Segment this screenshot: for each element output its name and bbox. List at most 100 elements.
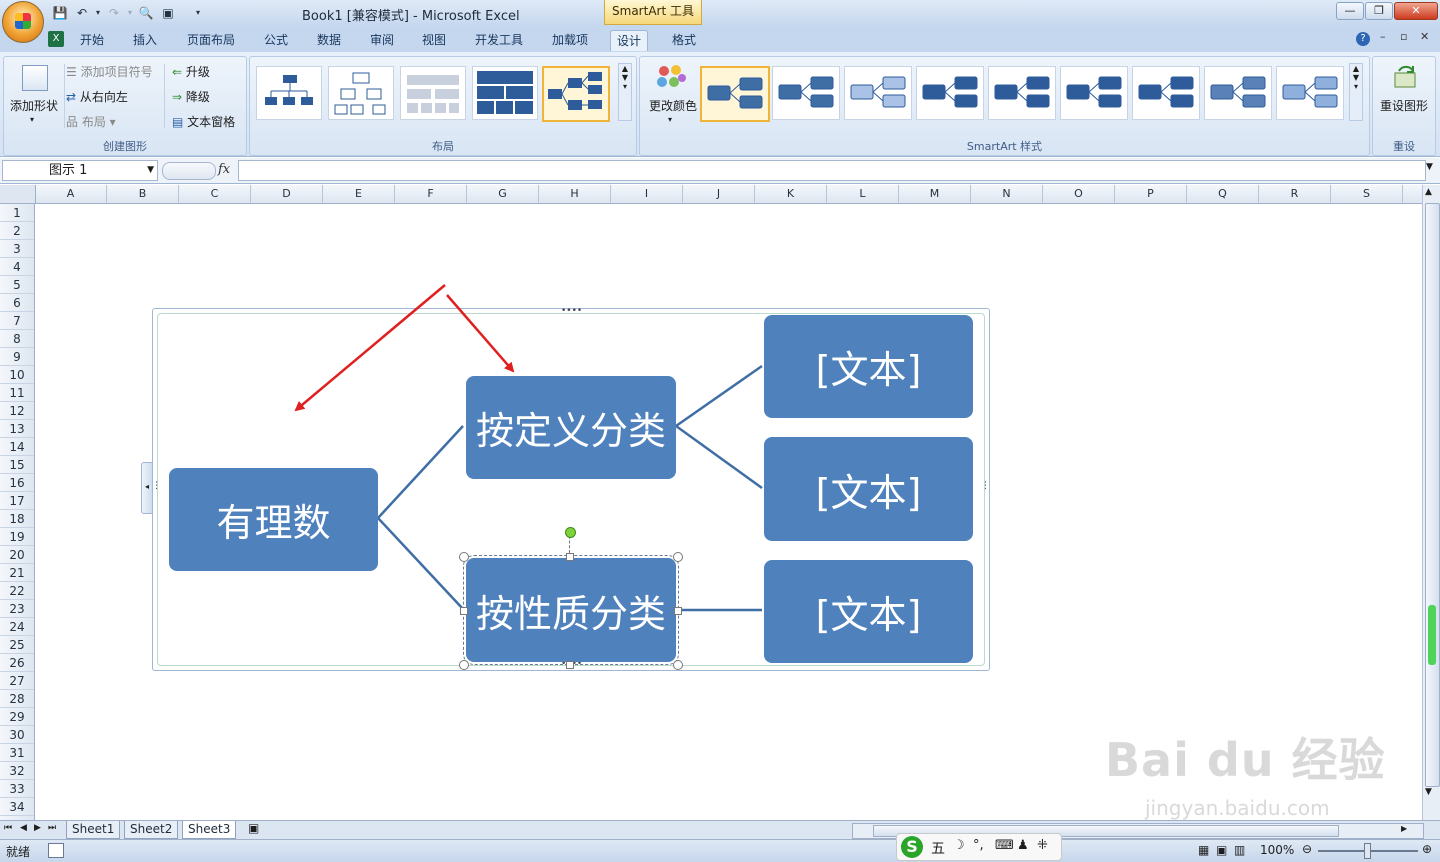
column-header[interactable]: L [827, 185, 899, 203]
select-all-corner[interactable] [0, 185, 36, 203]
keyboard-icon[interactable]: ⌨ [995, 838, 1014, 853]
row-header[interactable]: 5 [0, 276, 34, 294]
column-header[interactable]: A [35, 185, 107, 203]
scroll-down-arrow-icon[interactable]: ▼ [1425, 787, 1432, 797]
ribbon-minimize-icon[interactable]: – [1380, 30, 1386, 43]
row-header[interactable]: 7 [0, 312, 34, 330]
row-header[interactable]: 3 [0, 240, 34, 258]
column-header[interactable]: K [755, 185, 827, 203]
resize-handle-se[interactable] [673, 660, 683, 670]
user-icon[interactable]: ♟ [1017, 838, 1029, 853]
undo-dropdown-icon[interactable]: ▾ [90, 5, 106, 21]
sogou-ime-icon[interactable]: S [901, 836, 923, 858]
row-header[interactable]: 33 [0, 780, 34, 798]
zoom-slider-thumb[interactable] [1364, 843, 1371, 859]
column-header[interactable]: R [1259, 185, 1331, 203]
column-header[interactable]: N [971, 185, 1043, 203]
row-header[interactable]: 34 [0, 798, 34, 816]
row-header[interactable]: 32 [0, 762, 34, 780]
sheet-tab-2[interactable]: Sheet2 [124, 821, 179, 839]
layout-thumb-blocks[interactable] [472, 66, 538, 120]
node-branch1-text[interactable]: 按定义分类 [476, 400, 666, 455]
tab-review[interactable]: 审阅 [364, 30, 400, 50]
node-leaf2[interactable]: [文本] [764, 437, 973, 541]
tab-developer[interactable]: 开发工具 [469, 30, 529, 50]
help-icon[interactable]: ? [1356, 32, 1370, 46]
save-icon[interactable]: 💾 [52, 5, 68, 21]
customize-qat-icon[interactable]: ▾ [190, 5, 206, 21]
style-thumb[interactable] [1276, 66, 1344, 120]
row-header[interactable]: 20 [0, 546, 34, 564]
macro-record-icon[interactable] [48, 843, 64, 858]
zoom-in-icon[interactable]: ⊕ [1422, 842, 1432, 856]
tab-addins[interactable]: 加载项 [546, 30, 594, 50]
scroll-up-arrow-icon[interactable]: ▲ [1425, 187, 1432, 197]
column-header[interactable]: P [1115, 185, 1187, 203]
resize-handle-n[interactable] [566, 553, 574, 561]
scroll-thumb[interactable] [1425, 203, 1440, 787]
column-header[interactable]: O [1043, 185, 1115, 203]
page-layout-view-icon[interactable]: ▣ [1216, 843, 1227, 857]
layout-thumb-hierarchy[interactable] [328, 66, 394, 120]
resize-handle-ne[interactable] [673, 552, 683, 562]
insert-sheet-icon[interactable]: ▣ [248, 821, 259, 835]
formula-input[interactable] [238, 160, 1426, 181]
office-button[interactable] [2, 1, 44, 43]
layout-thumb-horizontal-hierarchy[interactable] [542, 66, 610, 122]
ribbon-close-icon[interactable]: ✕ [1420, 30, 1429, 43]
style-thumb[interactable] [844, 66, 912, 120]
right-to-left-button[interactable]: ⇄ 从右向左 [66, 88, 128, 106]
cell-grid[interactable]: •••• •••• ⋮ ⋮ ◂ 有理数 按定义分类 按性质分类 [文本] [文本… [35, 204, 1422, 820]
tab-design[interactable]: 设计 [610, 30, 649, 51]
node-branch2[interactable]: 按性质分类 [463, 555, 679, 665]
undo-icon[interactable]: ↶ [74, 5, 90, 21]
row-header[interactable]: 13 [0, 420, 34, 438]
row-header[interactable]: 30 [0, 726, 34, 744]
row-header[interactable]: 17 [0, 492, 34, 510]
zoom-out-icon[interactable]: ⊖ [1302, 842, 1312, 856]
close-button[interactable]: ✕ [1394, 2, 1438, 20]
formula-expand-handle[interactable] [162, 162, 216, 180]
style-thumb[interactable] [988, 66, 1056, 120]
row-header[interactable]: 16 [0, 474, 34, 492]
page-break-view-icon[interactable]: ▥ [1234, 843, 1245, 857]
node-leaf3[interactable]: [文本] [764, 560, 973, 663]
insert-function-button[interactable]: fx [218, 162, 230, 177]
print-preview-icon[interactable]: 🔍 [138, 5, 154, 21]
normal-view-icon[interactable]: ▦ [1198, 843, 1209, 857]
node-root-text[interactable]: 有理数 [216, 492, 330, 547]
vertical-scrollbar[interactable]: ▲ ▼ [1422, 185, 1440, 820]
first-sheet-icon[interactable]: ⏮ [4, 823, 12, 833]
style-thumb[interactable] [772, 66, 840, 120]
resize-handle-sw[interactable] [459, 660, 469, 670]
row-header[interactable]: 22 [0, 582, 34, 600]
more-icon[interactable]: ▾ [619, 82, 631, 91]
scroll-down-icon[interactable]: ▼ [619, 73, 631, 82]
row-header[interactable]: 28 [0, 690, 34, 708]
restore-button[interactable]: ❐ [1365, 2, 1393, 20]
reset-graphic-button[interactable]: 重设图形 [1375, 59, 1433, 119]
zoom-level[interactable]: 100% [1260, 843, 1294, 857]
ime-mode[interactable]: 五 [931, 838, 945, 858]
tab-formulas[interactable]: 公式 [258, 30, 294, 50]
resize-handle-nw[interactable] [459, 552, 469, 562]
row-header[interactable]: 11 [0, 384, 34, 402]
ime-toolbar[interactable]: S 五 ☽ °, ⌨ ♟ ⁜ [896, 833, 1062, 861]
layout-button[interactable]: 品 布局 ▾ [66, 113, 116, 131]
grid-icon[interactable]: ⁜ [1037, 838, 1048, 853]
prev-sheet-icon[interactable]: ◀ [20, 823, 27, 833]
row-header[interactable]: 12 [0, 402, 34, 420]
tab-data[interactable]: 数据 [311, 30, 347, 50]
row-header[interactable]: 27 [0, 672, 34, 690]
more-icon[interactable]: ▾ [1350, 82, 1362, 91]
name-box[interactable]: 图示 1 ▼ [2, 160, 158, 181]
row-header[interactable]: 15 [0, 456, 34, 474]
next-sheet-icon[interactable]: ▶ [34, 823, 41, 833]
row-header[interactable]: 23 [0, 600, 34, 618]
row-header[interactable]: 29 [0, 708, 34, 726]
scroll-up-icon[interactable]: ▲ [1350, 64, 1362, 73]
column-header[interactable]: J [683, 185, 755, 203]
name-box-dropdown-icon[interactable]: ▼ [147, 161, 154, 180]
row-header[interactable]: 21 [0, 564, 34, 582]
column-header[interactable]: Q [1187, 185, 1259, 203]
